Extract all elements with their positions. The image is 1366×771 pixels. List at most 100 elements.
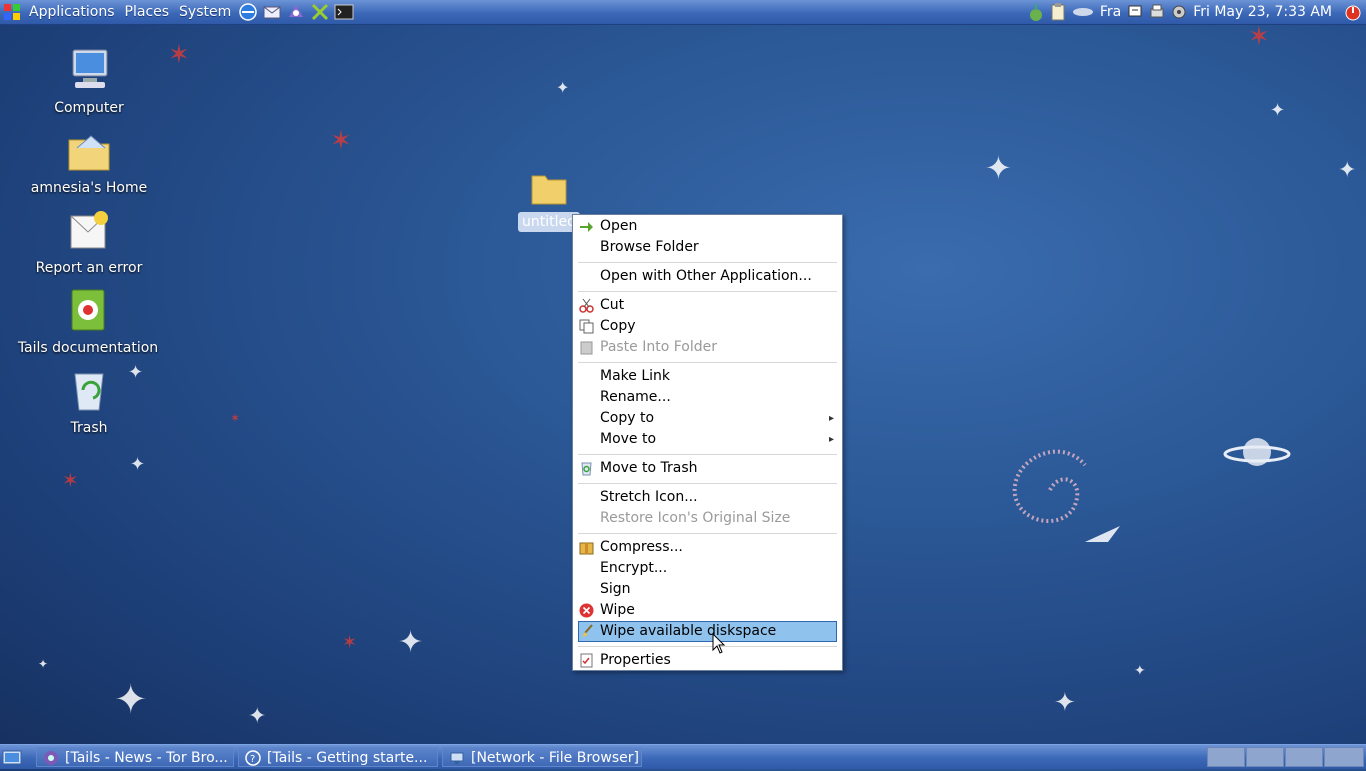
scissors-icon — [579, 298, 594, 313]
gnome-foot-icon[interactable] — [2, 2, 22, 22]
menu-item-stretch-icon[interactable]: Stretch Icon... — [578, 487, 837, 508]
system-tray: Fra Fri May 23, 7:33 AM — [1028, 0, 1366, 24]
star-decoration: ✦ — [1270, 100, 1286, 121]
bottom-panel: [Tails - News - Tor Bro... ? [Tails - Ge… — [0, 744, 1366, 769]
mail-launcher-icon[interactable] — [262, 2, 282, 22]
browser-launcher-icon[interactable] — [238, 2, 258, 22]
paste-icon — [579, 340, 594, 355]
menu-item-copy-to[interactable]: Copy to ▸ — [578, 408, 837, 429]
workspace-4[interactable] — [1324, 747, 1364, 767]
menu-separator — [578, 362, 837, 363]
menu-item-wipe[interactable]: Wipe — [578, 600, 837, 621]
menu-item-copy[interactable]: Copy — [578, 316, 837, 337]
star-decoration: ✦ — [1134, 663, 1146, 679]
pidgin-launcher-icon[interactable] — [286, 2, 306, 22]
planet-decoration — [1223, 438, 1291, 466]
menu-item-open[interactable]: Open — [578, 216, 837, 237]
menu-item-rename[interactable]: Rename... — [578, 387, 837, 408]
menu-item-move-to-trash[interactable]: Move to Trash — [578, 458, 837, 479]
taskbar-button-label: [Network - File Browser] — [471, 750, 639, 766]
menu-item-properties[interactable]: Properties — [578, 650, 837, 671]
menu-item-cut[interactable]: Cut — [578, 295, 837, 316]
taskbar-button-file-browser[interactable]: [Network - File Browser] — [442, 747, 642, 767]
properties-icon — [579, 653, 594, 668]
terminal-launcher-icon[interactable] — [334, 2, 354, 22]
workspace-2[interactable] — [1246, 747, 1284, 767]
open-arrow-icon — [579, 219, 594, 234]
archive-icon — [579, 540, 594, 555]
star-decoration: ✦ — [985, 149, 1012, 187]
show-desktop-icon[interactable] — [2, 747, 22, 767]
context-menu: Open Browse Folder Open with Other Appli… — [572, 214, 843, 671]
svg-text:?: ? — [250, 754, 255, 765]
star-decoration: ✦ — [248, 704, 267, 729]
menu-separator — [578, 533, 837, 534]
network-folder-icon — [449, 750, 465, 766]
wipe-stop-icon — [579, 603, 594, 618]
applications-menu[interactable]: Applications — [24, 0, 120, 24]
desktop-icon-computer[interactable]: Computer — [14, 46, 164, 116]
places-menu[interactable]: Places — [120, 0, 175, 24]
star-decoration: ✶ — [342, 632, 358, 653]
system-menu[interactable]: System — [174, 0, 236, 24]
star-decoration: ✦ — [130, 454, 146, 475]
star-decoration: ✶ — [1248, 22, 1270, 52]
top-panel: Applications Places System Fra Fri May 2… — [0, 0, 1366, 25]
star-decoration: ✶ — [230, 411, 241, 425]
copy-icon — [579, 319, 594, 334]
submenu-arrow-icon: ▸ — [828, 413, 834, 424]
menu-item-sign[interactable]: Sign — [578, 579, 837, 600]
home-folder-icon — [65, 126, 113, 174]
folder-icon — [529, 168, 569, 208]
desktop-icon-documentation[interactable]: Tails documentation — [13, 286, 163, 356]
spiral-decoration — [1012, 449, 1120, 542]
menu-item-make-link[interactable]: Make Link — [578, 366, 837, 387]
network-icon[interactable] — [1127, 2, 1143, 22]
submenu-arrow-icon: ▸ — [828, 434, 834, 445]
desktop-icon-label: Report an error — [35, 260, 143, 276]
desktop-icon-home[interactable]: amnesia's Home — [14, 126, 164, 196]
taskbar-button-getting-started[interactable]: ? [Tails - Getting starte... — [238, 747, 438, 767]
taskbar-button-tor-browser[interactable]: [Tails - News - Tor Bro... — [36, 747, 234, 767]
desktop-icon-label: amnesia's Home — [30, 180, 148, 196]
star-decoration: ✦ — [398, 625, 424, 660]
desktop-icon-label: Tails documentation — [17, 340, 159, 356]
volume-icon[interactable] — [1171, 2, 1187, 22]
menu-separator — [578, 646, 837, 647]
menu-item-browse-folder[interactable]: Browse Folder — [578, 237, 837, 258]
tools-launcher-icon[interactable] — [310, 2, 330, 22]
menu-separator — [578, 262, 837, 263]
report-error-icon — [65, 206, 113, 254]
star-decoration: ✦ — [114, 677, 148, 723]
printer-icon[interactable] — [1149, 2, 1165, 22]
desktop-icon-trash[interactable]: Trash — [14, 366, 164, 436]
taskbar-button-label: [Tails - Getting starte... — [267, 750, 428, 766]
menu-item-restore-icon-size[interactable]: Restore Icon's Original Size — [578, 508, 837, 529]
menu-item-wipe-diskspace[interactable]: Wipe available diskspace — [578, 621, 837, 642]
clock[interactable]: Fri May 23, 7:33 AM — [1193, 4, 1332, 20]
workspace-3[interactable] — [1285, 747, 1323, 767]
menu-item-open-with[interactable]: Open with Other Application... — [578, 266, 837, 287]
desktop-icon-label: Trash — [70, 420, 108, 436]
vidalia-onion-icon[interactable] — [1028, 2, 1044, 22]
desktop-icon-label: Computer — [54, 100, 124, 116]
menu-separator — [578, 291, 837, 292]
menu-item-paste-into-folder[interactable]: Paste Into Folder — [578, 337, 837, 358]
trash-icon — [65, 366, 113, 414]
menu-item-encrypt[interactable]: Encrypt... — [578, 558, 837, 579]
desktop-icon-report-error[interactable]: Report an error — [14, 206, 164, 276]
update-notifier-icon[interactable] — [1072, 2, 1094, 22]
computer-icon — [65, 46, 113, 94]
documentation-icon — [64, 286, 112, 334]
menu-item-move-to[interactable]: Move to ▸ — [578, 429, 837, 450]
trash-icon — [579, 461, 594, 476]
mouse-cursor-icon — [712, 633, 726, 654]
shutdown-icon[interactable] — [1344, 2, 1362, 22]
taskbar-button-label: [Tails - News - Tor Bro... — [65, 750, 228, 766]
keyboard-layout-indicator[interactable]: Fra — [1100, 4, 1121, 20]
star-decoration: ✦ — [1054, 688, 1076, 718]
clipboard-icon[interactable] — [1050, 2, 1066, 22]
workspace-1[interactable] — [1207, 747, 1245, 767]
menu-item-compress[interactable]: Compress... — [578, 537, 837, 558]
menu-separator — [578, 483, 837, 484]
